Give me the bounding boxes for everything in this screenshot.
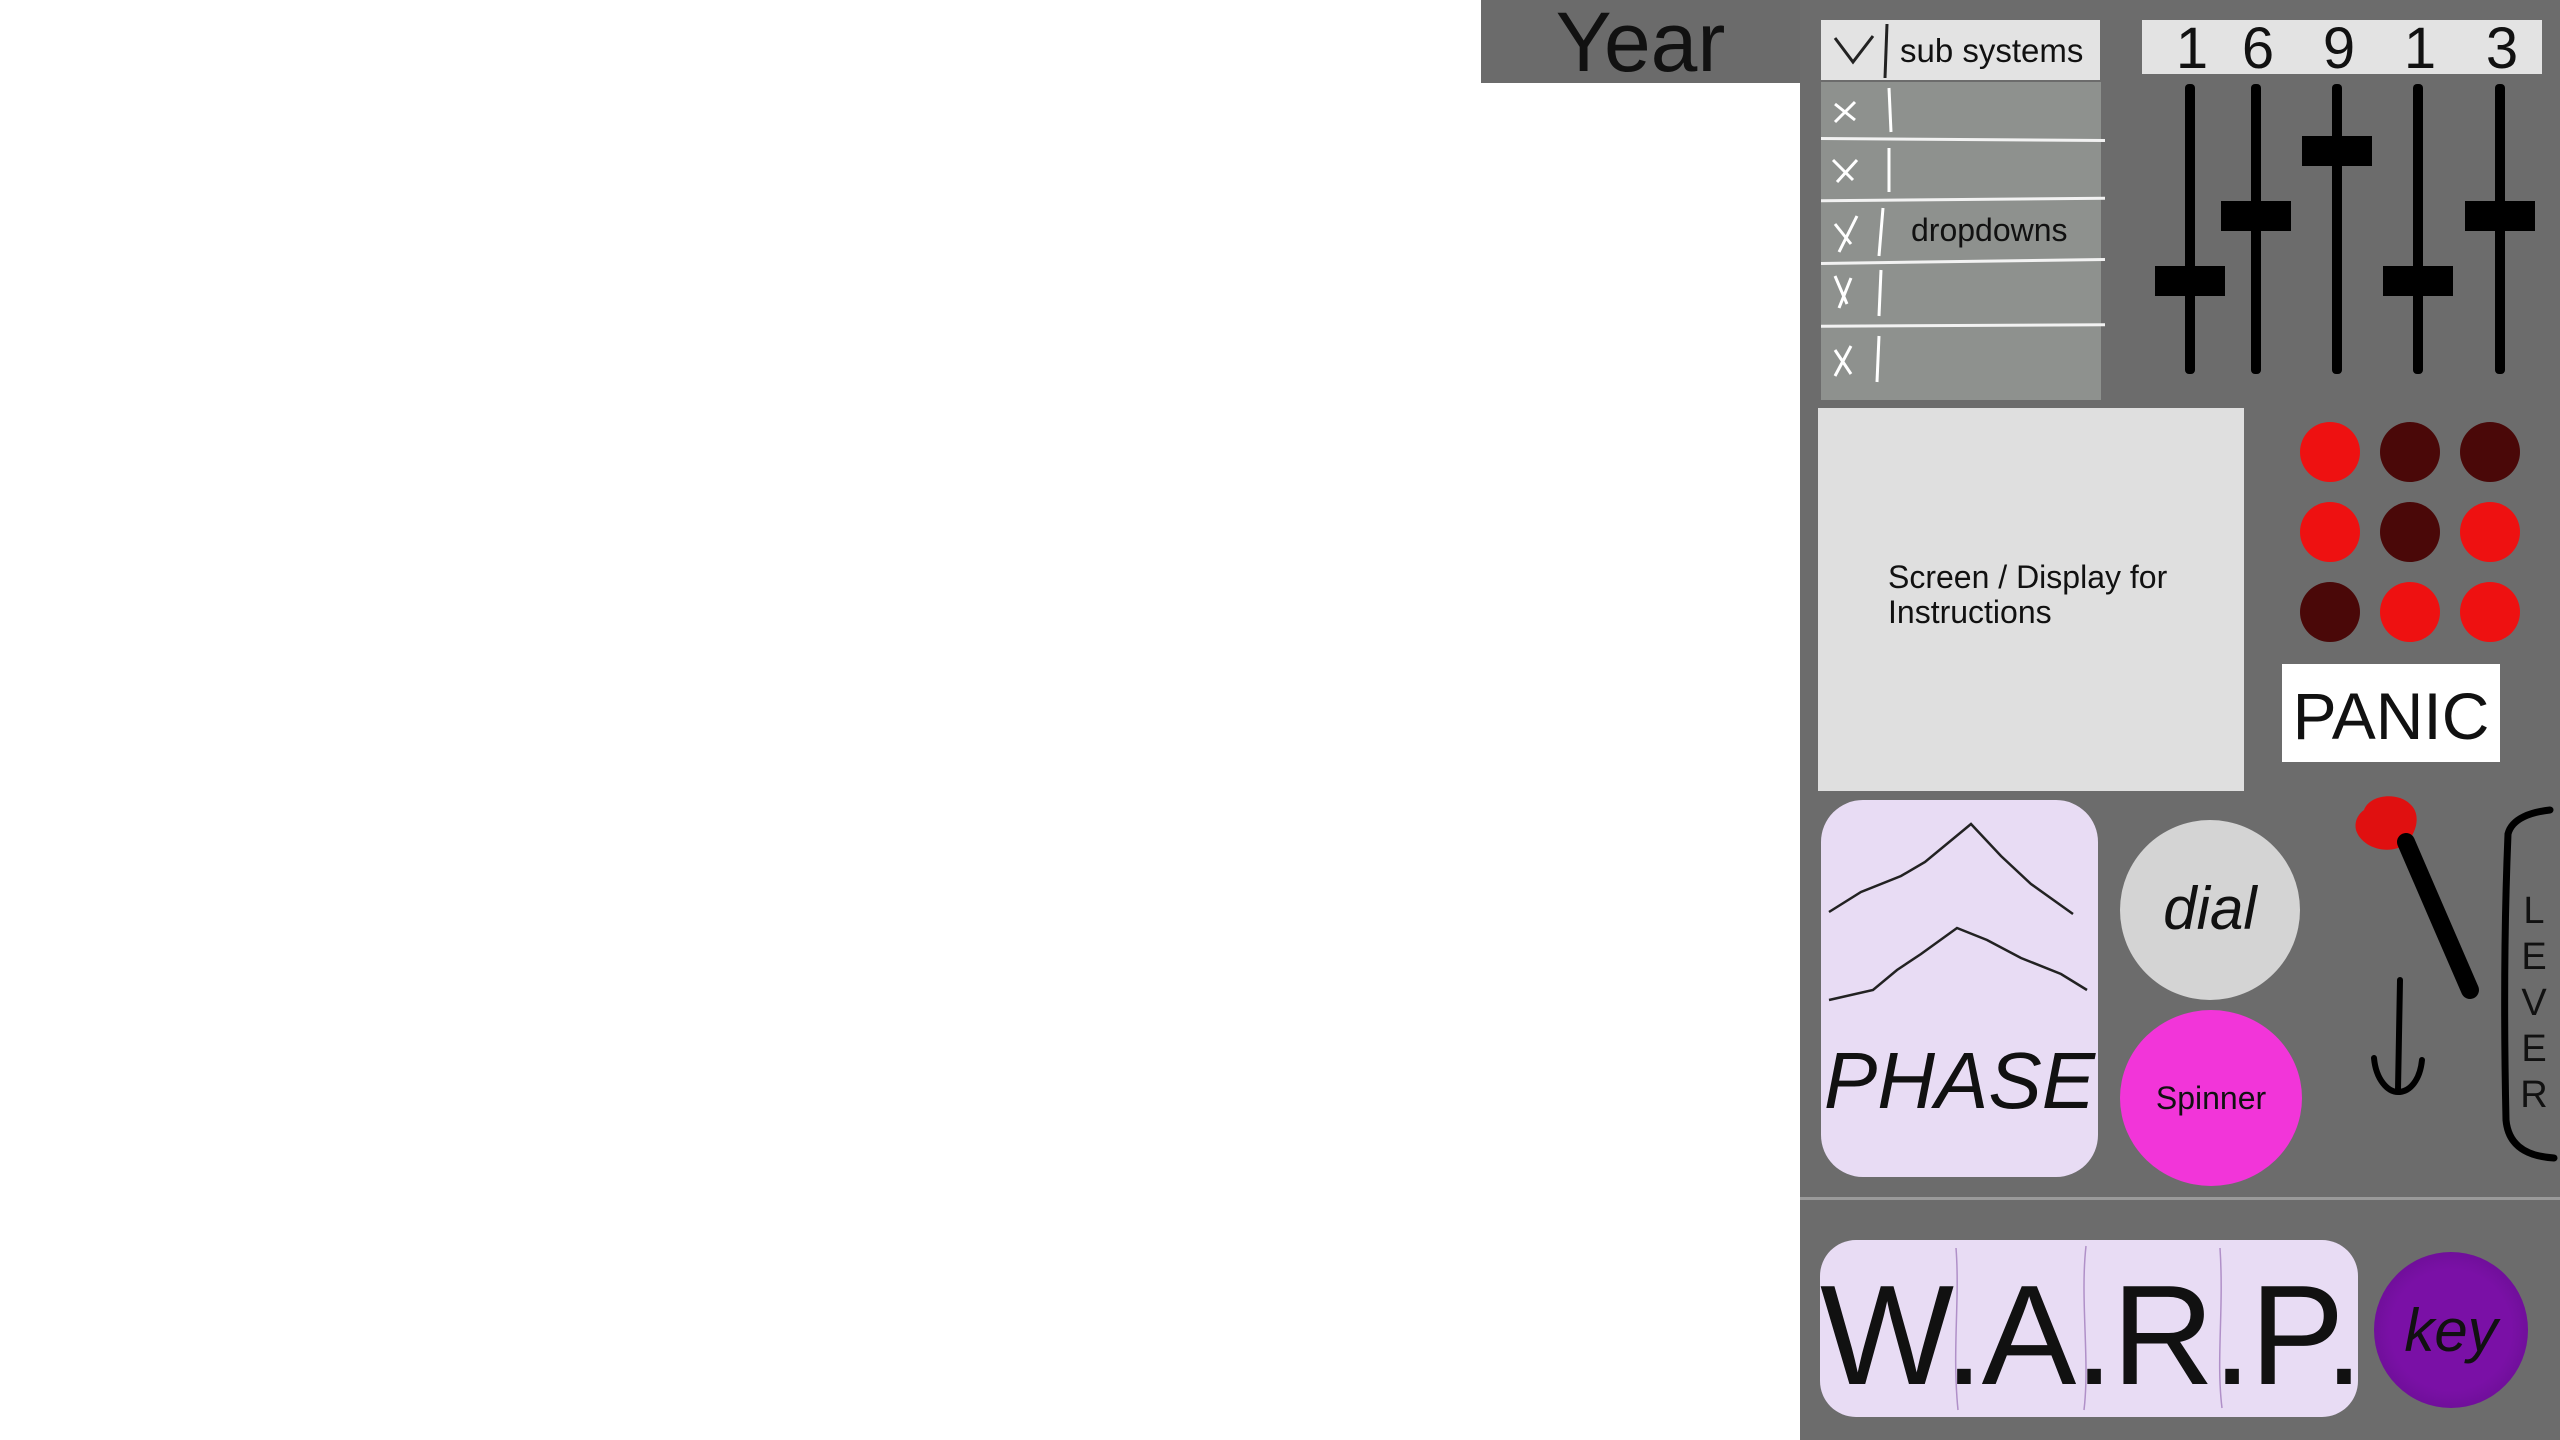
phase-display[interactable]: PHASE	[1821, 800, 2098, 1177]
slider-value-4: 1	[2403, 16, 2437, 81]
slider-knob[interactable]	[2383, 266, 2453, 296]
panel-divider	[1800, 1197, 2560, 1200]
x-mark-icon	[1831, 148, 1891, 192]
subsystem-item[interactable]	[1821, 328, 1901, 392]
subsystem-item[interactable]	[1821, 264, 1901, 322]
indicator-light[interactable]	[2460, 422, 2520, 482]
instructions-text: Screen / Display for Instructions	[1888, 559, 2168, 630]
slider-value-header: 1 6 9 1 3	[2142, 20, 2542, 78]
indicator-light[interactable]	[2300, 422, 2360, 482]
indicator-light[interactable]	[2460, 582, 2520, 642]
indicator-light[interactable]	[2460, 502, 2520, 562]
indicator-light[interactable]	[2300, 582, 2360, 642]
chevron-down-icon	[1833, 23, 1889, 79]
slider-track[interactable]	[2185, 84, 2195, 374]
slider-value-3: 9	[2322, 16, 2356, 81]
slider-track[interactable]	[2413, 84, 2423, 374]
spinner-button[interactable]: Spinner	[2120, 1010, 2302, 1186]
key-button[interactable]: key	[2374, 1252, 2528, 1408]
slider-track[interactable]	[2332, 84, 2342, 374]
subsystem-item[interactable]	[1821, 142, 1901, 198]
subsystems-list: dropdowns	[1820, 82, 2106, 400]
slider-knob[interactable]	[2465, 201, 2535, 231]
subsystem-item[interactable]	[1821, 202, 1901, 260]
indicator-light[interactable]	[2380, 502, 2440, 562]
indicator-light[interactable]	[2380, 582, 2440, 642]
panic-button[interactable]: PANIC	[2282, 664, 2500, 762]
lever-label: LEVER	[2520, 890, 2548, 1116]
warp-button[interactable]: W.A.R.P.	[1820, 1240, 2364, 1417]
instructions-screen: Screen / Display for Instructions	[1818, 408, 2244, 791]
subsystems-title: sub systems	[1900, 32, 2084, 69]
x-mark-icon	[1833, 207, 1885, 257]
subsystem-item[interactable]	[1821, 82, 1901, 138]
year-tab[interactable]: Year	[1481, 0, 1800, 89]
slider-value-2: 6	[2241, 16, 2275, 81]
slider-bank	[2142, 78, 2542, 378]
slider-value-1: 1	[2175, 16, 2209, 81]
year-label: Year	[1555, 0, 1726, 89]
key-label: key	[2404, 1297, 2498, 1364]
x-mark-icon	[1833, 269, 1883, 317]
slider-knob[interactable]	[2221, 201, 2291, 231]
phase-label: PHASE	[1823, 1036, 2096, 1125]
dial-label: dial	[2163, 875, 2257, 942]
indicator-light[interactable]	[2300, 502, 2360, 562]
subsystems-dropdown-header[interactable]: sub systems	[1821, 20, 2100, 80]
slider-value-5: 3	[2485, 16, 2519, 81]
indicator-lights	[2270, 410, 2520, 650]
warp-label: W.A.R.P.	[1820, 1256, 2364, 1415]
indicator-light[interactable]	[2380, 422, 2440, 482]
slider-knob[interactable]	[2155, 266, 2225, 296]
phase-wave-icon	[1828, 822, 2088, 1002]
lever[interactable]: LEVER	[2340, 790, 2560, 1170]
panic-label: PANIC	[2292, 679, 2490, 753]
spinner-label: Spinner	[2155, 1080, 2267, 1116]
dial-knob[interactable]: dial	[2120, 820, 2300, 1000]
slider-knob[interactable]	[2302, 136, 2372, 166]
dropdowns-label: dropdowns	[1911, 212, 2068, 248]
x-mark-icon	[1833, 335, 1881, 383]
x-mark-icon	[1833, 87, 1893, 133]
